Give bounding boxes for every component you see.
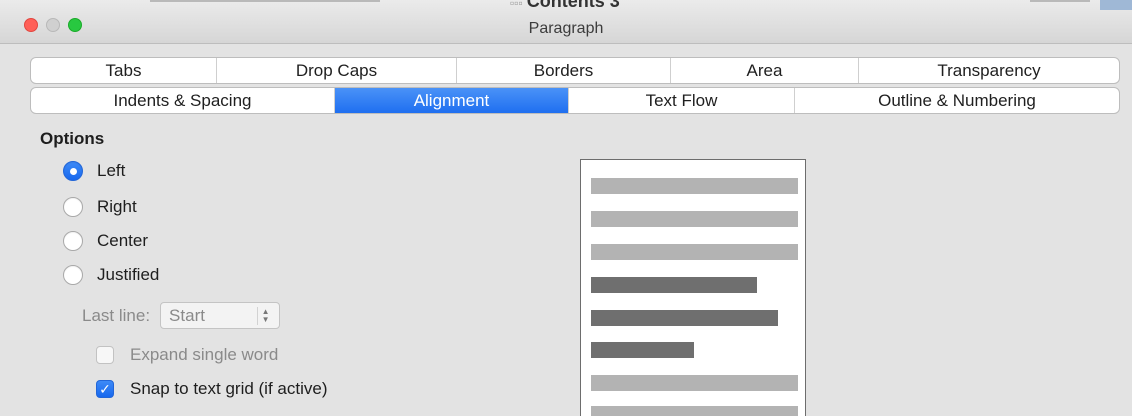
last-line-select[interactable]: Start ▲ ▼ <box>160 302 281 329</box>
tab-outline-numbering[interactable]: Outline & Numbering <box>795 88 1119 113</box>
tab-borders[interactable]: Borders <box>457 58 671 83</box>
checkmark-icon: ✓ <box>99 380 111 397</box>
tab-transparency[interactable]: Transparency <box>859 58 1119 83</box>
tab-row-1: Tabs Drop Caps Borders Area Transparency <box>30 57 1120 84</box>
background-window-edge <box>1030 0 1090 2</box>
last-line-row: Last line: Start ▲ ▼ <box>82 302 281 329</box>
alignment-preview <box>580 159 806 416</box>
expand-single-word-checkbox[interactable]: Expand single word <box>96 345 278 365</box>
tab-area[interactable]: Area <box>671 58 859 83</box>
options-heading: Options <box>40 129 105 148</box>
tab-row-2: Indents & Spacing Alignment Text Flow Ou… <box>30 87 1120 114</box>
tab-drop-caps[interactable]: Drop Caps <box>217 58 457 83</box>
radio-left[interactable]: Left <box>63 161 125 181</box>
radio-justified[interactable]: Justified <box>63 265 159 285</box>
preview-line <box>591 342 694 358</box>
tab-tabs[interactable]: Tabs <box>31 58 217 83</box>
last-line-value: Start <box>169 305 205 325</box>
checkbox-box[interactable]: ✓ <box>96 380 114 398</box>
radio-label: Center <box>97 231 149 250</box>
preview-line <box>591 211 798 227</box>
radio-button[interactable] <box>63 197 83 217</box>
radio-button[interactable] <box>63 231 83 251</box>
tab-alignment[interactable]: Alignment <box>335 88 569 113</box>
preview-line <box>591 375 798 391</box>
tab-text-flow[interactable]: Text Flow <box>569 88 795 113</box>
preview-line <box>591 178 798 194</box>
preview-line <box>591 277 757 293</box>
radio-label: Left <box>97 161 126 180</box>
background-window-edge <box>150 0 380 2</box>
radio-center[interactable]: Center <box>63 231 148 251</box>
background-window-title: ▫▫▫ Contents 3 <box>510 0 620 11</box>
checkbox-label: Expand single word <box>130 345 279 364</box>
checkbox-label: Snap to text grid (if active) <box>130 379 328 398</box>
radio-label: Right <box>97 197 137 216</box>
radio-button[interactable] <box>63 265 83 285</box>
window-title: Paragraph <box>528 20 604 37</box>
preview-line <box>591 244 798 260</box>
title-bar: ▫▫▫ Contents 3 Paragraph <box>0 0 1132 44</box>
updown-chevron-icon: ▲ ▼ <box>257 307 273 325</box>
snap-to-grid-checkbox[interactable]: ✓ Snap to text grid (if active) <box>96 379 327 399</box>
radio-button[interactable] <box>63 161 83 181</box>
checkbox-box[interactable] <box>96 346 114 364</box>
preview-line <box>591 310 778 326</box>
radio-right[interactable]: Right <box>63 197 137 217</box>
preview-line <box>591 406 798 416</box>
last-line-label: Last line: <box>82 305 151 325</box>
tab-indents-spacing[interactable]: Indents & Spacing <box>31 88 335 113</box>
radio-label: Justified <box>97 265 160 284</box>
background-window-fragment <box>1100 0 1132 10</box>
